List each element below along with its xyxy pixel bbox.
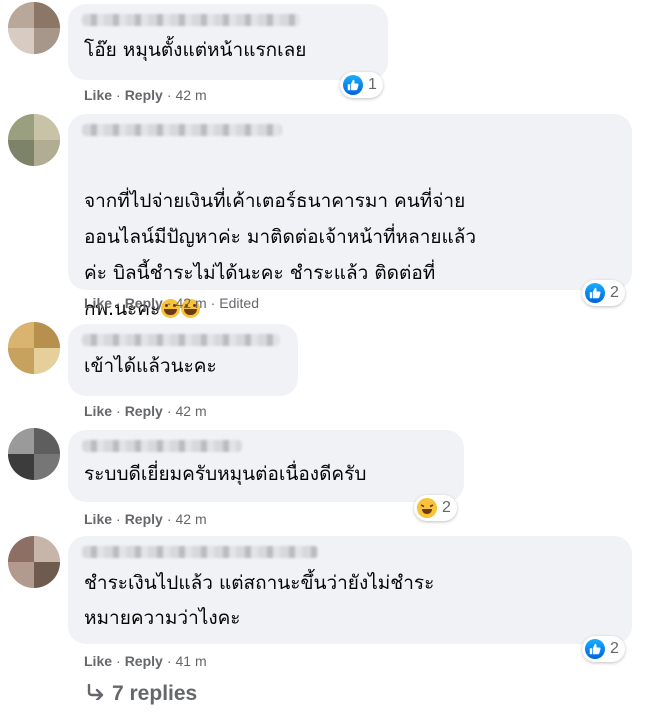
reaction-count-value: 2: [610, 640, 619, 657]
reaction-count-value: 2: [442, 499, 451, 516]
timestamp[interactable]: 42 m: [175, 87, 206, 103]
like-reaction-icon: [343, 75, 363, 95]
avatar[interactable]: [8, 2, 60, 54]
view-replies-link[interactable]: 7 replies: [86, 682, 197, 706]
reaction-count-value: 1: [368, 76, 377, 93]
comment-actions: Like · Reply · 42 m: [84, 511, 207, 527]
comment-bubble: จากที่ไปจ่ายเงินที่เค้าเตอร์ธนาคารมา คนท…: [68, 114, 632, 320]
author-name-blurred[interactable]: [82, 14, 300, 26]
replies-count-label: 7 replies: [112, 682, 198, 705]
timestamp[interactable]: 41 m: [175, 653, 206, 669]
comment-text: เข้าได้แล้วนะคะ: [84, 355, 217, 377]
comment-text: ชำระเงินไปแล้ว แต่สถานะขึ้นว่ายังไม่ชำระ…: [84, 572, 435, 629]
like-link[interactable]: Like: [84, 403, 112, 419]
reaction-count[interactable]: 2: [414, 495, 457, 521]
author-name-blurred[interactable]: [82, 124, 282, 136]
author-name-blurred[interactable]: [82, 440, 242, 452]
comment-text: โอ๊ย หมุนตั้งแต่หน้าแรกเลย: [84, 39, 307, 61]
like-reaction-icon: [585, 283, 605, 303]
like-link[interactable]: Like: [84, 511, 112, 527]
comment-actions: Like · Reply · 41 m: [84, 653, 207, 669]
avatar[interactable]: [8, 536, 60, 588]
like-link[interactable]: Like: [84, 87, 112, 103]
comment-bubble: เข้าได้แล้วนะคะ: [68, 324, 298, 396]
reply-arrow-icon: [86, 683, 104, 706]
timestamp[interactable]: 42 m: [175, 403, 206, 419]
avatar[interactable]: [8, 114, 60, 166]
comment-actions: Like · Reply · 42 m: [84, 403, 207, 419]
reply-link[interactable]: Reply: [125, 511, 163, 527]
reaction-count[interactable]: 2: [582, 280, 625, 306]
like-reaction-icon: [585, 639, 605, 659]
timestamp[interactable]: 42 m: [175, 511, 206, 527]
like-link[interactable]: Like: [84, 653, 112, 669]
comment-actions: Like · Reply · 42 m · Edited: [84, 295, 259, 311]
comment-bubble: ชำระเงินไปแล้ว แต่สถานะขึ้นว่ายังไม่ชำระ…: [68, 536, 632, 644]
reply-link[interactable]: Reply: [125, 653, 163, 669]
avatar[interactable]: [8, 322, 60, 374]
timestamp[interactable]: 42 m: [175, 295, 206, 311]
author-name-blurred[interactable]: [82, 546, 318, 558]
reply-link[interactable]: Reply: [125, 87, 163, 103]
reply-link[interactable]: Reply: [125, 295, 163, 311]
comment-text: ระบบดีเยี่ยมครับหมุนต่อเนื่องดีครับ: [84, 463, 367, 485]
comment-bubble: ระบบดีเยี่ยมครับหมุนต่อเนื่องดีครับ: [68, 430, 464, 502]
avatar[interactable]: [8, 428, 60, 480]
author-name-blurred[interactable]: [82, 334, 280, 346]
like-link[interactable]: Like: [84, 295, 112, 311]
reply-link[interactable]: Reply: [125, 403, 163, 419]
haha-reaction-icon: [417, 498, 437, 518]
reaction-count-value: 2: [610, 284, 619, 301]
comment-actions: Like · Reply · 42 m: [84, 87, 207, 103]
comment-bubble: โอ๊ย หมุนตั้งแต่หน้าแรกเลย: [68, 4, 388, 80]
edited-label[interactable]: Edited: [219, 295, 259, 311]
reaction-count[interactable]: 1: [340, 72, 383, 98]
reaction-count[interactable]: 2: [582, 636, 625, 662]
